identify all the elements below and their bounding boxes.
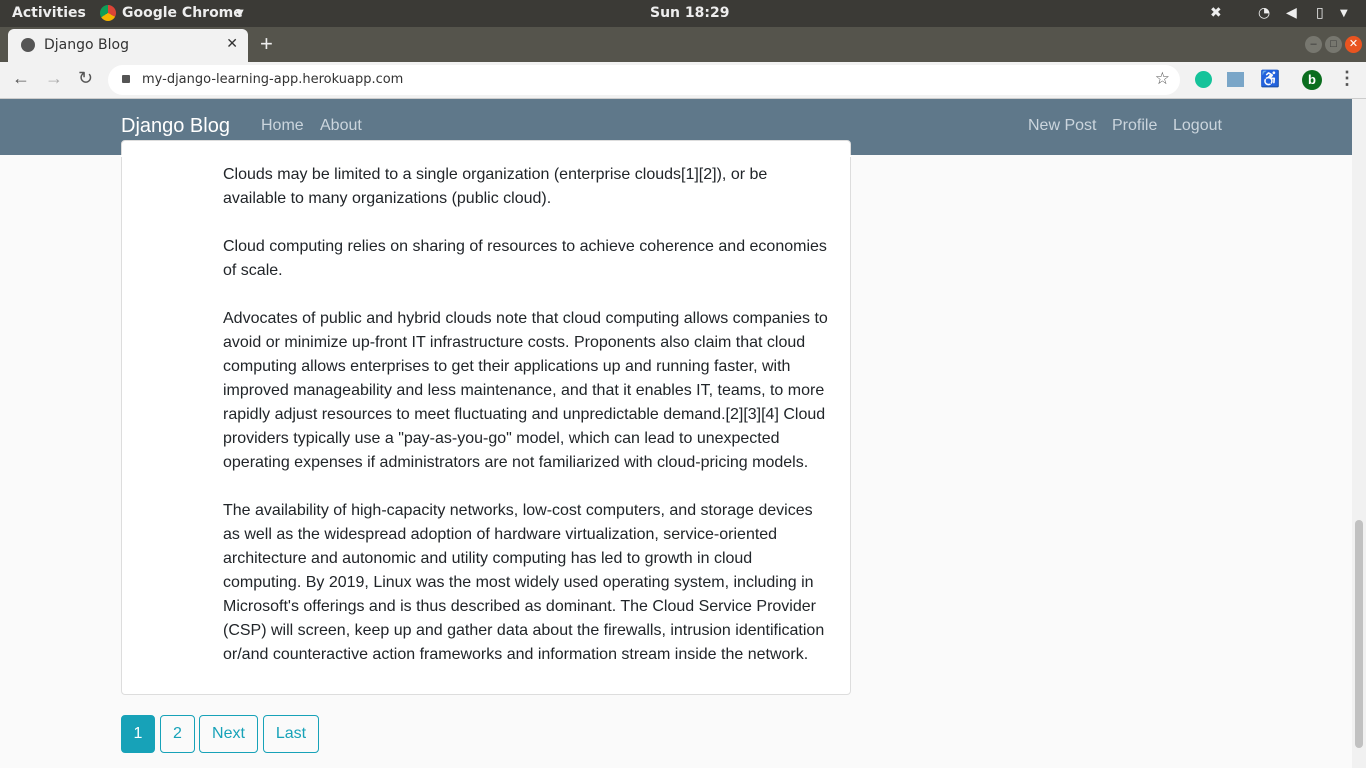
chevron-down-icon: ▼ — [236, 8, 244, 19]
battery-icon[interactable]: ▯ — [1316, 5, 1324, 21]
paragraph: Advocates of public and hybrid clouds no… — [223, 310, 828, 471]
page-2-button[interactable]: 2 — [160, 715, 195, 753]
nav-profile[interactable]: Profile — [1112, 117, 1157, 135]
tab-strip: Django Blog ✕ + – □ ✕ — [0, 27, 1366, 62]
lock-icon — [122, 75, 130, 83]
profile-avatar[interactable]: b — [1302, 70, 1322, 90]
scrollbar-thumb[interactable] — [1355, 520, 1363, 748]
card-top-mask — [121, 155, 851, 157]
nav-home[interactable]: Home — [261, 117, 304, 135]
address-bar[interactable]: my-django-learning-app.herokuapp.com ☆ — [108, 65, 1180, 95]
clock[interactable]: Sun 18:29 — [650, 5, 729, 21]
chrome-icon — [100, 5, 116, 21]
extension-train-icon[interactable] — [1227, 72, 1244, 87]
grammarly-icon[interactable] — [1195, 71, 1212, 88]
globe-icon — [21, 38, 35, 52]
next-page-button[interactable]: Next — [199, 715, 258, 753]
url-text: my-django-learning-app.herokuapp.com — [142, 72, 404, 87]
paragraph: The availability of high-capacity networ… — [223, 502, 825, 663]
os-top-bar: Activities Google Chrome ▼ Sun 18:29 ✖ ◔… — [0, 0, 1366, 27]
tab-title: Django Blog — [44, 37, 129, 53]
forward-icon[interactable]: → — [45, 68, 63, 89]
paragraph: Clouds may be limited to a single organi… — [223, 166, 768, 207]
activities-button[interactable]: Activities — [12, 5, 86, 21]
volume-icon[interactable]: ◀ — [1286, 5, 1297, 21]
new-tab-button[interactable]: + — [260, 31, 273, 57]
nav-logout[interactable]: Logout — [1173, 117, 1222, 135]
minimize-button[interactable]: – — [1305, 36, 1322, 53]
brand-link[interactable]: Django Blog — [121, 115, 230, 138]
maximize-button[interactable]: □ — [1325, 36, 1342, 53]
post-content: Clouds may be limited to a single organi… — [223, 163, 833, 691]
close-window-button[interactable]: ✕ — [1345, 36, 1362, 53]
nav-about[interactable]: About — [320, 117, 362, 135]
dropbox-icon[interactable]: ✖ — [1210, 5, 1222, 21]
bookmark-star-icon[interactable]: ☆ — [1155, 69, 1170, 89]
scrollbar[interactable] — [1352, 99, 1366, 768]
tab-django-blog[interactable]: Django Blog ✕ — [8, 29, 248, 62]
wifi-icon[interactable]: ◔ — [1258, 5, 1270, 21]
nav-new-post[interactable]: New Post — [1028, 117, 1096, 135]
system-menu-icon[interactable]: ▼ — [1340, 8, 1348, 19]
reload-icon[interactable]: ↻ — [78, 68, 93, 89]
browser-toolbar: ← → ↻ my-django-learning-app.herokuapp.c… — [0, 62, 1366, 99]
app-menu[interactable]: Google Chrome — [122, 5, 243, 21]
back-icon[interactable]: ← — [12, 68, 30, 89]
extension-red-icon[interactable]: ♿ — [1260, 69, 1280, 89]
last-page-button[interactable]: Last — [263, 715, 319, 753]
menu-kebab-icon[interactable]: ⋮ — [1338, 68, 1356, 89]
close-tab-icon[interactable]: ✕ — [226, 36, 238, 52]
page-1-button[interactable]: 1 — [121, 715, 155, 753]
paragraph: Cloud computing relies on sharing of res… — [223, 238, 827, 279]
